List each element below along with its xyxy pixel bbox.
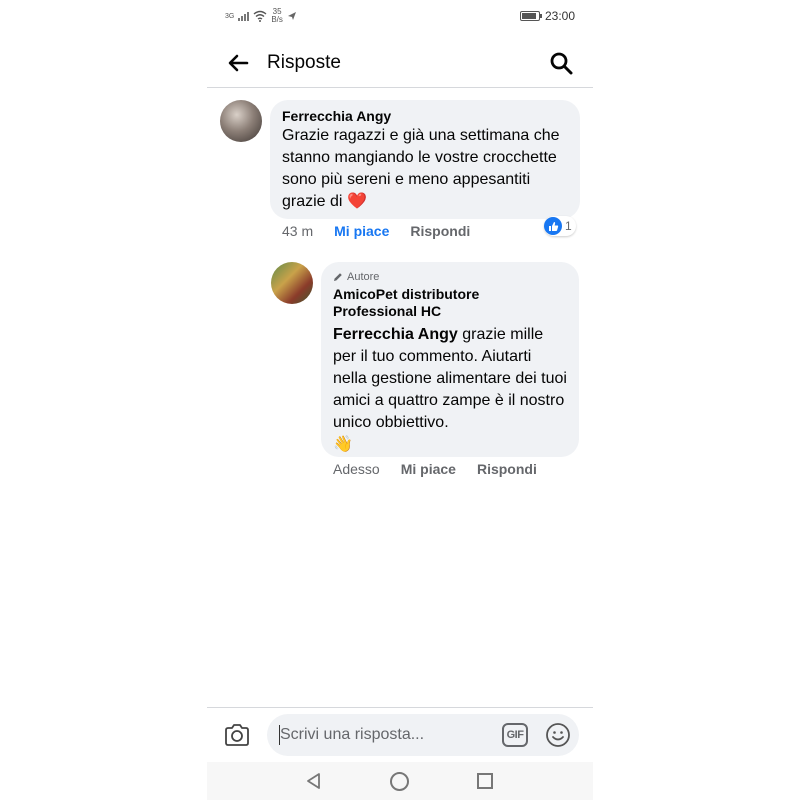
reply-button[interactable]: Rispondi: [477, 461, 537, 477]
comment-text: Grazie ragazzi e già una settimana che s…: [282, 125, 568, 213]
data-rate-unit: B/s: [271, 15, 283, 24]
reply-button[interactable]: Rispondi: [410, 223, 470, 239]
comment-time: 43 m: [282, 223, 314, 239]
comment-time: Adesso: [333, 461, 380, 477]
comment-author[interactable]: AmicoPet distributore Professional HC: [333, 286, 567, 320]
nav-home-icon[interactable]: [390, 772, 409, 791]
system-nav-bar: [207, 762, 593, 800]
camera-icon[interactable]: [223, 722, 251, 748]
back-arrow-icon[interactable]: [227, 52, 249, 74]
data-rate: 35 B/s: [271, 8, 283, 24]
avatar[interactable]: [220, 100, 262, 142]
comment-text: Ferrecchia Angy grazie mille per il tuo …: [333, 324, 567, 456]
status-right: 23:00: [519, 9, 575, 23]
author-badge: Autore: [333, 270, 567, 284]
comment-bubble: Ferrecchia Angy Grazie ragazzi e già una…: [270, 100, 580, 219]
gif-button[interactable]: GIF: [502, 723, 528, 747]
author-badge-label: Autore: [347, 271, 380, 283]
status-bar: 3G 35 B/s 23:00: [207, 0, 593, 34]
navigation-arrow-icon: [287, 12, 296, 20]
status-left: 3G 35 B/s: [225, 8, 297, 24]
comment-actions: Adesso Mi piace Rispondi: [333, 461, 537, 477]
battery-icon: [519, 11, 542, 21]
heart-emoji: ❤️: [346, 193, 367, 210]
emoji-icon[interactable]: [545, 722, 571, 748]
comment-actions: 43 m Mi piace Rispondi: [282, 223, 470, 239]
mention-link[interactable]: Ferrecchia Angy: [333, 326, 458, 343]
clock: 23:00: [544, 9, 575, 23]
comment-author[interactable]: Ferrecchia Angy: [282, 108, 568, 125]
reaction-badge[interactable]: 1: [544, 216, 576, 236]
nav-recents-icon[interactable]: [477, 773, 493, 789]
app-header: Risposte: [207, 40, 593, 88]
signal-icon: [238, 11, 250, 21]
waving-hand-emoji: 👋: [333, 436, 353, 453]
reply-input[interactable]: [267, 714, 579, 756]
wifi-icon: [253, 10, 267, 22]
phone-screen: 3G 35 B/s 23:00 Risposte Ferrecchia Angy…: [207, 0, 593, 800]
page-title: Risposte: [267, 52, 341, 73]
avatar[interactable]: [271, 262, 313, 304]
comment-body: Grazie ragazzi e già una settimana che s…: [282, 127, 560, 210]
pencil-icon: [334, 273, 342, 281]
battery-level: [521, 13, 537, 19]
network-type: 3G: [225, 12, 235, 20]
text-caret: [279, 725, 280, 745]
thumbs-up-icon: [544, 217, 562, 235]
reaction-count: 1: [565, 219, 572, 233]
like-button[interactable]: Mi piace: [401, 461, 456, 477]
reply-bubble: Autore AmicoPet distributore Professiona…: [321, 262, 579, 457]
divider: [207, 707, 593, 708]
search-icon[interactable]: [549, 51, 573, 75]
nav-back-icon[interactable]: [305, 772, 323, 790]
like-button[interactable]: Mi piace: [334, 223, 389, 239]
